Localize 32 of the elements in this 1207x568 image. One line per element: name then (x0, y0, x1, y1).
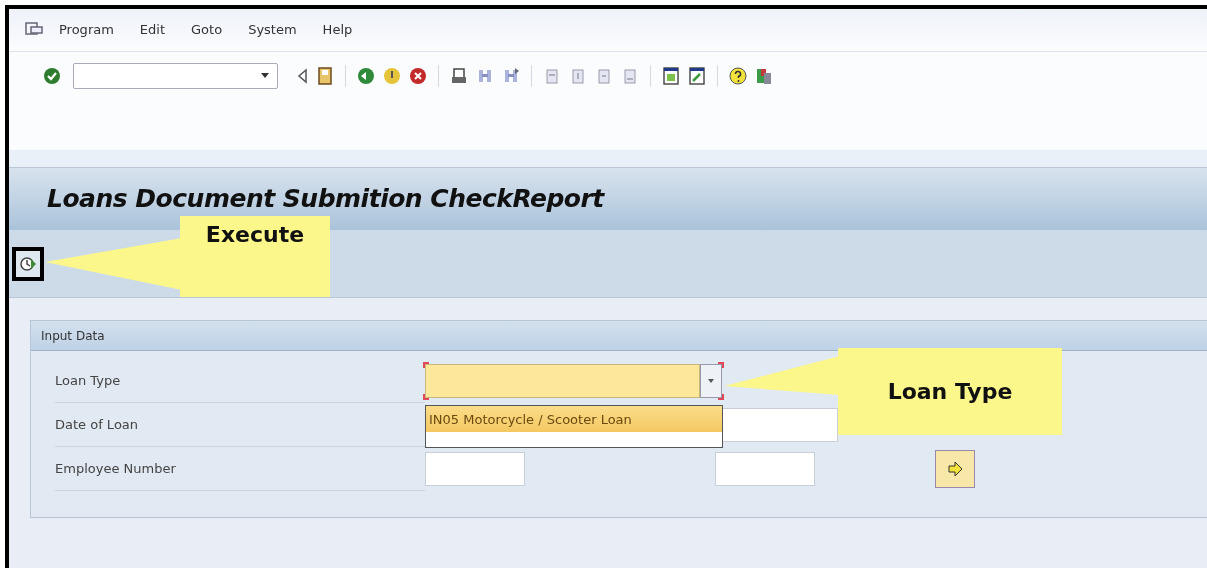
field-label: Employee Number (55, 447, 425, 491)
exit-icon[interactable] (383, 67, 401, 85)
back-icon[interactable] (357, 67, 375, 85)
enter-icon[interactable] (43, 67, 61, 85)
find-icon[interactable] (476, 67, 494, 85)
menu-item[interactable]: System (248, 20, 297, 40)
window-menu-icon[interactable] (25, 22, 43, 38)
find-next-icon[interactable] (502, 67, 520, 85)
layout-icon[interactable] (755, 67, 773, 85)
callout-label: Loan Type (838, 348, 1062, 435)
execute-icon (19, 254, 37, 273)
print-icon[interactable] (450, 67, 468, 85)
field-label: Loan Type (55, 359, 425, 403)
cancel-icon[interactable] (409, 67, 427, 85)
section-title: Input Data (31, 321, 1207, 351)
menu-item[interactable]: Goto (191, 20, 223, 40)
field-label: Date of Loan (55, 403, 425, 447)
help-icon[interactable] (729, 67, 747, 85)
command-field[interactable] (73, 63, 278, 89)
menu-item[interactable]: Help (322, 20, 353, 40)
menu-item[interactable]: Program (59, 20, 114, 40)
shortcut-icon[interactable] (688, 67, 706, 85)
execute-button[interactable] (12, 246, 44, 281)
callout-label: Execute (180, 216, 330, 297)
dropdown-option[interactable]: IN05 Motorcycle / Scooter Loan (426, 406, 722, 432)
new-session-icon[interactable] (662, 67, 680, 85)
to-field[interactable] (715, 452, 815, 486)
arrow-icon[interactable] (946, 460, 964, 478)
from-field[interactable] (425, 452, 525, 486)
menu-item[interactable]: Edit (139, 20, 166, 40)
screen-title: Loans Document Submition CheckReport (47, 183, 604, 216)
save-icon[interactable] (316, 67, 334, 85)
